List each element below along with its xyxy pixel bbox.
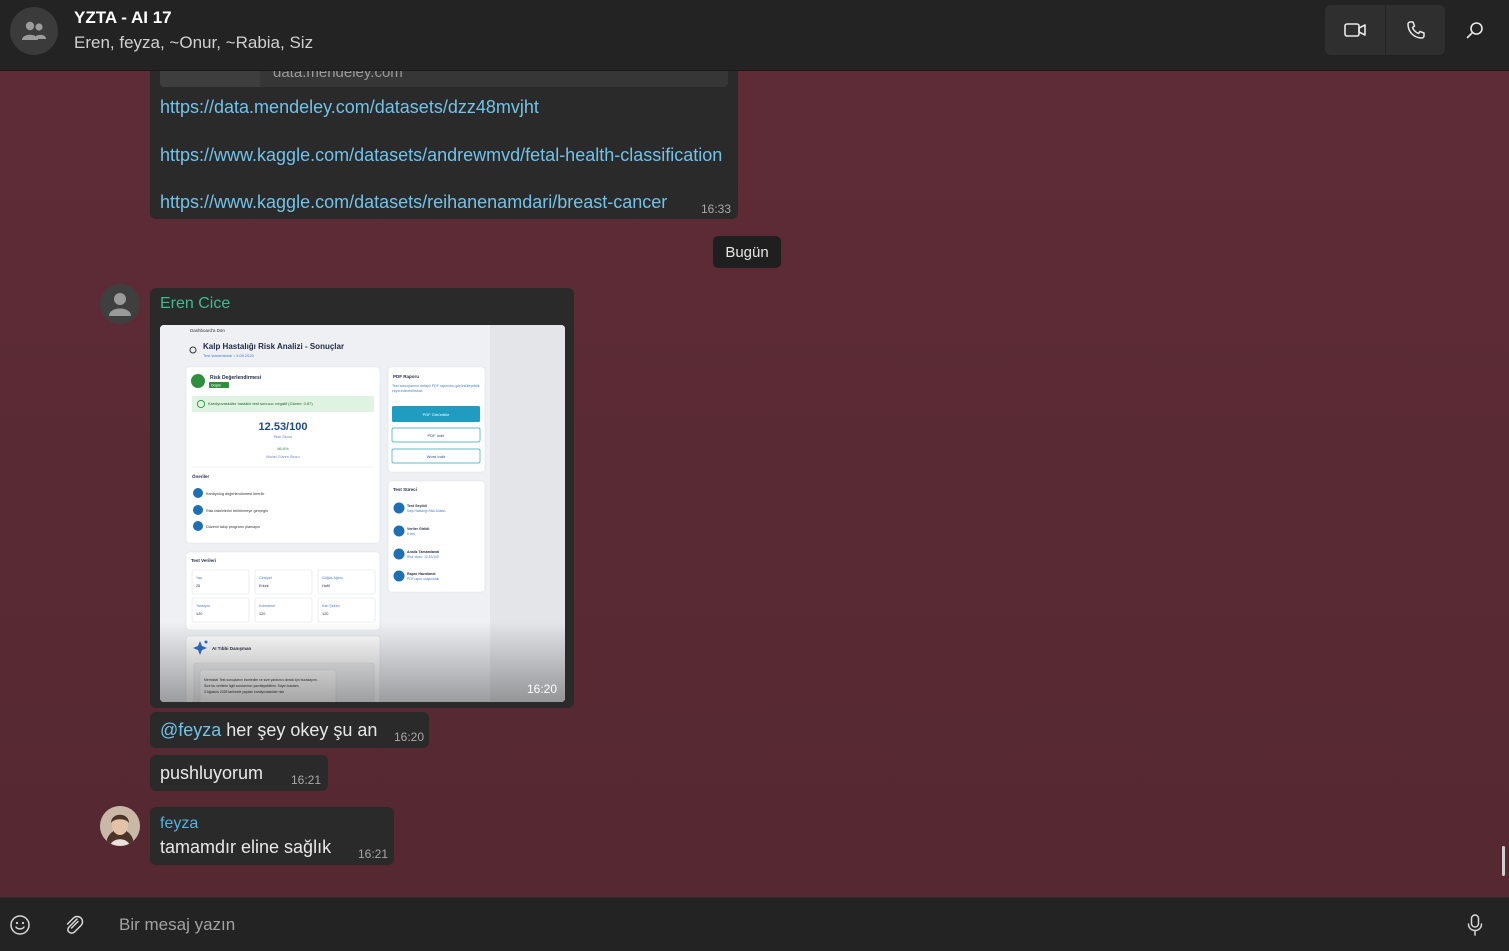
- shot-field-4-label: Tansiyon: [196, 604, 210, 608]
- message-text: @feyza her şey okey şu an: [160, 720, 377, 741]
- shot-field-6-label: Kan Şekeri: [322, 604, 340, 608]
- shot-step-3: Analiz Tamamlandı: [407, 550, 439, 554]
- shot-score: 12.53/100: [259, 421, 308, 433]
- composer: [0, 897, 1509, 951]
- message-bubble[interactable]: @feyza her şey okey şu an 16:20: [150, 712, 429, 748]
- shot-pdf-desc: Test sonuçlarının detaylı PDF raporunu g…: [392, 384, 480, 393]
- link-preview-domain: data.mendeley.com: [273, 71, 403, 81]
- shot-field-5-value: 120: [259, 612, 265, 616]
- voice-call-button[interactable]: [1385, 5, 1445, 55]
- microphone-icon: [1467, 914, 1483, 936]
- shot-subtitle: Test tamamlandı • 3.08.2025: [203, 353, 255, 358]
- message-text: pushluyorum: [160, 763, 264, 783]
- chat-header: YZTA - AI 17 Eren, feyza, ~Onur, ~Rabia,…: [0, 0, 1509, 71]
- shot-score-label: Risk Skoru: [274, 435, 292, 439]
- link-preview-thumbnail: [160, 71, 260, 87]
- participants-list[interactable]: Eren, feyza, ~Onur, ~Rabia, Siz: [74, 33, 313, 53]
- shot-risk-title: Risk Değerlendirmesi: [210, 375, 262, 381]
- message-time: 16:33: [701, 202, 732, 216]
- sender-name[interactable]: Eren Cice: [160, 295, 230, 313]
- shot-rec-1: Kardiyolog değerlendirmesi önerilir: [206, 492, 265, 496]
- shot-result-text: Kardiyovasküler hastalık test sonucu: ne…: [208, 401, 313, 406]
- shot-field-3-label: Göğüs Ağrısı: [322, 576, 343, 580]
- shot-field-1-label: Yaş: [196, 576, 202, 580]
- message-bubble-image[interactable]: Eren Cice Dashboard'a Dön Kalp Hastalığı…: [150, 288, 574, 708]
- message-time: 16:20: [394, 730, 425, 744]
- emoji-button[interactable]: [6, 911, 34, 939]
- shot-field-1-value: 25: [196, 584, 200, 588]
- shot-field-5-label: Kolesterol: [259, 604, 275, 608]
- message-time: 16:20: [526, 682, 557, 696]
- shot-confidence: 86.6%: [277, 446, 289, 451]
- video-call-icon: [1344, 23, 1366, 37]
- link-kaggle-fetal[interactable]: https://www.kaggle.com/datasets/andrewmv…: [160, 145, 722, 166]
- message-text: tamamdır eline sağlık: [160, 837, 332, 857]
- shot-step-3-sub: Risk skoru: 12.53/100: [407, 555, 439, 559]
- shot-recs-title: Öneriler: [192, 473, 210, 479]
- shot-pdf-view-button: PDF Görüntüle: [423, 412, 450, 417]
- message-bubble-links[interactable]: data.mendeley.com https://data.mendeley.…: [150, 71, 738, 219]
- attach-icon: [66, 915, 84, 934]
- chat-title[interactable]: YZTA - AI 17: [74, 8, 172, 28]
- shot-rec-2: Risk faktörlerini belirlemeye gerçegin: [206, 509, 268, 513]
- shot-rec-3: Düzenli takip programı planlayın: [206, 525, 260, 529]
- message-body: her şey okey şu an: [221, 720, 378, 740]
- shot-step-2: Veriler Girildi: [407, 527, 429, 531]
- video-call-button[interactable]: [1325, 5, 1385, 55]
- emoji-icon: [10, 915, 30, 935]
- search-button[interactable]: [1455, 10, 1495, 50]
- link-preview[interactable]: data.mendeley.com: [160, 71, 728, 87]
- call-buttons: [1325, 5, 1445, 55]
- link-mendeley[interactable]: https://data.mendeley.com/datasets/dzz48…: [160, 97, 539, 118]
- date-separator: Bugün: [713, 236, 781, 268]
- avatar-eren[interactable]: [100, 284, 140, 324]
- message-bubble-feyza[interactable]: feyza tamamdır eline sağlık 16:21: [150, 807, 394, 865]
- shot-title: Kalp Hastalığı Risk Analizi - Sonuçlar: [203, 342, 344, 351]
- shot-pdf-download-button: PDF İndir: [428, 433, 446, 438]
- group-avatar-icon[interactable]: [10, 7, 58, 55]
- avatar-feyza[interactable]: [100, 806, 140, 846]
- search-icon: [1466, 22, 1483, 39]
- shot-field-2-value: Erkek: [259, 584, 269, 588]
- shot-data-title: Test Verileri: [191, 558, 216, 563]
- attach-button[interactable]: [60, 911, 88, 939]
- message-input[interactable]: [105, 908, 1435, 942]
- shot-step-4-sub: PDF rapor oluşturuldu: [407, 577, 439, 581]
- shot-pdf-title: PDF Raporu: [393, 374, 419, 379]
- voice-message-button[interactable]: [1461, 911, 1489, 939]
- shot-step-1: Test Seçildi: [407, 504, 427, 508]
- default-avatar-icon: [109, 293, 131, 316]
- mention-link[interactable]: @feyza: [160, 720, 221, 740]
- shot-confidence-label: Model Güven Skoru: [266, 455, 300, 459]
- shot-back-link: Dashboard'a Dön: [190, 328, 225, 333]
- voice-call-icon: [1406, 21, 1425, 39]
- shot-field-6-value: 120: [322, 612, 328, 616]
- message-bubble[interactable]: pushluyorum 16:21: [150, 755, 328, 791]
- shot-risk-badge: Düşük: [211, 384, 221, 388]
- shot-field-2-label: Cinsiyet: [259, 576, 272, 580]
- sender-name[interactable]: feyza: [160, 815, 198, 833]
- scrollbar-thumb[interactable]: [1502, 846, 1505, 876]
- message-time: 16:21: [358, 847, 389, 861]
- shot-process-title: Test Süreci: [393, 487, 417, 492]
- message-time: 16:21: [291, 773, 322, 787]
- link-kaggle-breast[interactable]: https://www.kaggle.com/datasets/reihanen…: [160, 192, 667, 213]
- shared-image[interactable]: Dashboard'a Dön Kalp Hastalığı Risk Anal…: [160, 325, 565, 702]
- shot-step-4: Rapor Hazırlandı: [407, 572, 436, 576]
- shot-step-2-sub: 6 veri: [407, 532, 415, 536]
- shot-word-download-button: Word İndir: [427, 454, 446, 459]
- shot-field-3-value: Hafif: [322, 584, 331, 588]
- shot-step-1-sub: Kalp Hastalığı Risk Analizi: [407, 509, 446, 513]
- chat-area[interactable]: data.mendeley.com https://data.mendeley.…: [0, 71, 1509, 897]
- shot-field-4-value: 120: [196, 612, 202, 616]
